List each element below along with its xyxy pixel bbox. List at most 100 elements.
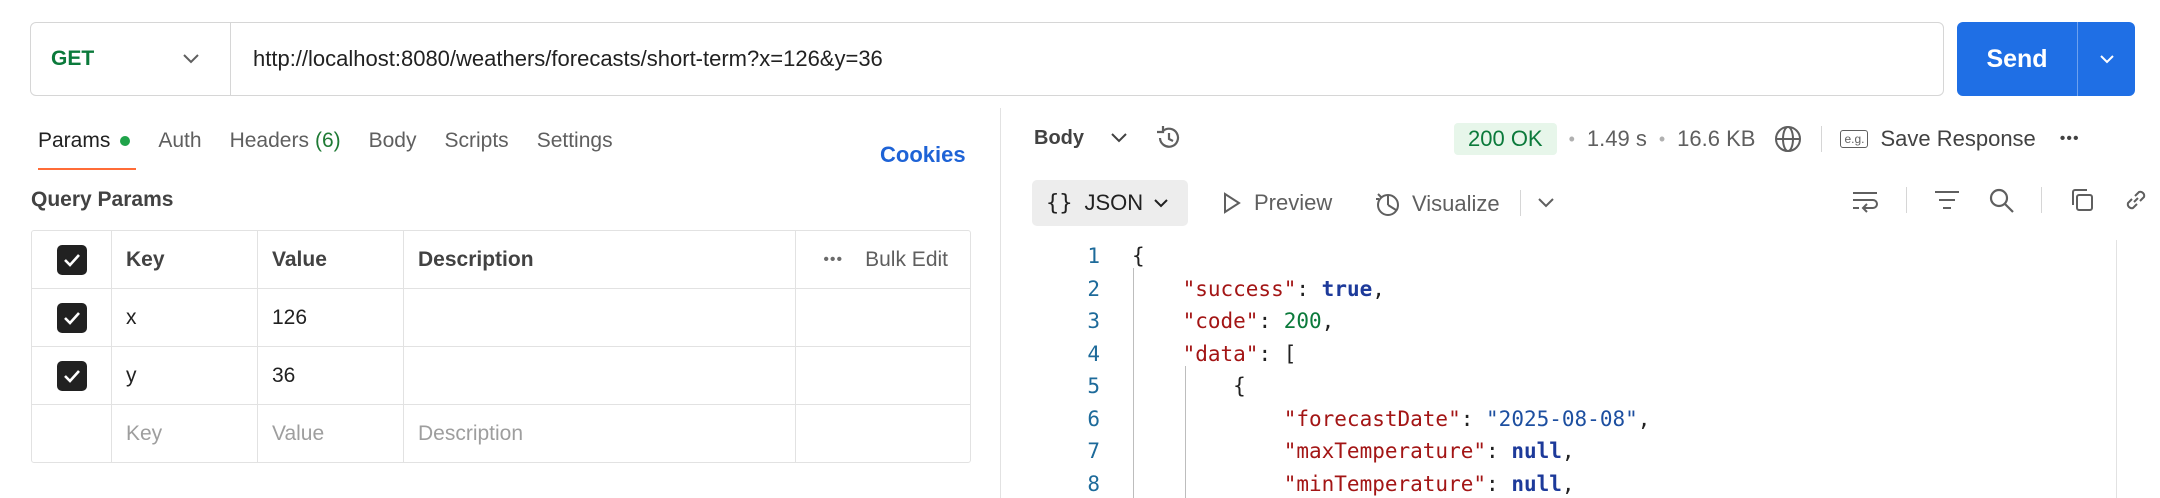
visualize-button[interactable]: Visualize [1374,190,1500,218]
chevron-down-icon [1538,198,1554,208]
line-number: 7 [1087,439,1100,464]
send-button[interactable]: Send [1957,22,2135,96]
table-header-row: Key Value Description ••• Bulk Edit [32,231,970,289]
bulk-edit-cell: ••• Bulk Edit [796,231,970,288]
json-value: true [1321,276,1373,301]
tab-settings-label: Settings [536,129,613,152]
json-value: 200 [1283,309,1322,334]
json-key: "data" [1182,341,1259,366]
divider [1906,187,1907,213]
select-all-cell [32,231,112,288]
method-select[interactable]: GET [31,23,231,95]
divider [2041,187,2042,213]
active-tab-indicator [38,168,136,170]
json-key: "code" [1182,309,1259,334]
new-value-field[interactable]: Value [258,405,404,462]
visualize-options[interactable] [1520,190,1555,216]
json-value: [ [1283,341,1297,366]
tab-headers[interactable]: Headers (6) [230,124,341,158]
preview-label: Preview [1254,190,1333,215]
search-icon[interactable] [1987,186,2015,214]
param-value-field[interactable]: 36 [258,347,404,404]
row-checkbox-cell [32,405,112,462]
tab-headers-count: (6) [314,129,341,152]
example-icon: e.g. [1840,130,1869,148]
chevron-down-icon[interactable] [1110,132,1128,144]
select-all-checkbox[interactable] [56,244,87,275]
table-row-new: Key Value Description [32,405,970,462]
pane-divider[interactable] [1000,108,1001,498]
chevron-down-icon [1154,199,1168,208]
param-key-field[interactable]: x [112,289,258,346]
tab-scripts[interactable]: Scripts [445,124,509,158]
param-description-field[interactable] [404,347,796,404]
visualize-icon [1376,193,1399,216]
response-time[interactable]: 1.49 s [1587,126,1647,152]
url-bar: GET http://localhost:8080/weathers/forec… [30,22,1944,96]
param-value-field[interactable]: 126 [258,289,404,346]
code-line: 3 "code": 200, [1060,305,1650,338]
line-number: 8 [1087,471,1100,496]
response-meta: 200 OK • 1.49 s • 16.6 KB e.g. Save Resp… [1454,121,2080,157]
save-response-button[interactable]: e.g. Save Response [1840,126,2036,152]
row-checkbox[interactable] [56,302,87,333]
save-response-label: Save Response [1880,126,2036,151]
link-icon[interactable] [2122,186,2150,214]
tab-body[interactable]: Body [369,124,417,158]
preview-button[interactable]: Preview [1222,190,1332,216]
cookies-link[interactable]: Cookies [880,142,966,168]
row-checkbox-cell [32,347,112,404]
param-description-field[interactable] [404,289,796,346]
code-line: 2 "success": true, [1060,273,1650,306]
active-params-dot [120,136,131,146]
history-icon[interactable] [1154,123,1184,153]
param-key-field[interactable]: y [112,347,258,404]
tab-params[interactable]: Params [38,124,131,158]
wrap-lines-icon[interactable] [1850,186,1880,214]
description-column-header: Description [404,231,796,288]
code-token: { [1132,244,1145,269]
new-description-field[interactable]: Description [404,405,796,462]
format-select[interactable]: {} JSON [1032,180,1188,226]
response-code[interactable]: 1{ 2 "success": true, 3 "code": 200, 4 "… [1060,240,1650,498]
line-number: 6 [1087,406,1100,431]
code-line: 6 "forecastDate": "2025-08-08", [1060,403,1650,436]
url-input[interactable]: http://localhost:8080/weathers/forecasts… [231,46,883,72]
json-key: "success" [1182,276,1297,301]
separator-dot: • [1658,128,1666,149]
vertical-scrollbar[interactable] [2116,240,2140,498]
tab-settings[interactable]: Settings [537,124,613,158]
divider [1520,190,1521,216]
check-icon [63,311,80,325]
tab-auth[interactable]: Auth [158,124,201,158]
bulk-edit-button[interactable]: Bulk Edit [865,248,948,272]
visualize-label: Visualize [1412,191,1500,216]
method-label: GET [51,47,95,70]
response-size[interactable]: 16.6 KB [1677,126,1755,152]
query-params-title: Query Params [31,188,174,211]
send-options-button[interactable] [2078,54,2135,64]
table-row: x 126 [32,289,970,347]
viewer-tools [1850,186,2160,214]
line-number: 2 [1087,276,1100,301]
chevron-down-icon [183,54,199,64]
more-options-icon[interactable]: ••• [2060,130,2080,148]
status-badge[interactable]: 200 OK [1454,123,1557,155]
globe-icon[interactable] [1773,124,1803,154]
format-label: JSON [1084,190,1144,215]
copy-icon[interactable] [2068,186,2096,214]
line-number: 1 [1087,244,1100,269]
new-key-field[interactable]: Key [112,405,258,462]
row-checkbox[interactable] [56,360,87,391]
divider [1821,126,1823,152]
row-actions-cell [796,289,970,346]
separator-dot: • [1568,128,1575,149]
filter-icon[interactable] [1933,188,1961,212]
tab-auth-label: Auth [158,129,202,152]
code-line: 8 "minTemperature": null, [1060,468,1650,498]
check-icon [63,253,80,267]
json-value: null [1511,439,1562,464]
more-options-icon[interactable]: ••• [823,251,843,269]
json-value: { [1233,374,1246,399]
play-icon [1224,192,1241,214]
